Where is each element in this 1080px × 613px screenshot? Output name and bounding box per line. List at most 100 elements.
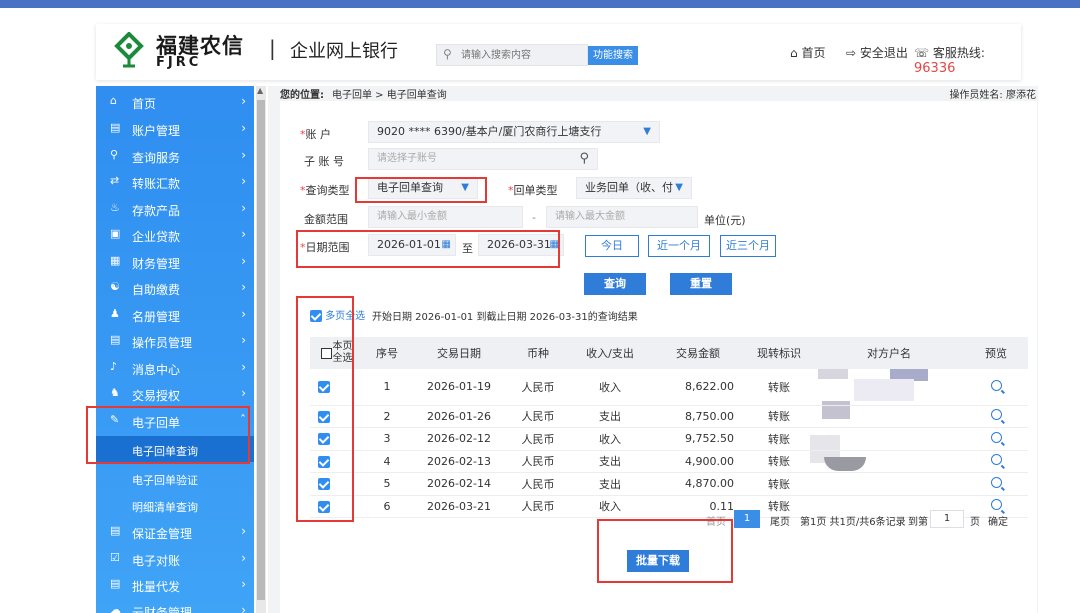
payment-icon: ☯	[110, 280, 120, 293]
sidebar-item-operator[interactable]: ▤ 操作员管理 ›	[96, 328, 254, 354]
preview-icon[interactable]	[990, 431, 1002, 443]
account-label: *账 户	[300, 128, 331, 141]
scrollbar[interactable]: ▲	[256, 86, 266, 613]
chevron-right-icon: ›	[241, 386, 246, 400]
table-row[interactable]: 3 2026-02-12 人民币 收入 9,752.50 转账	[310, 427, 1028, 451]
chevron-right-icon: ›	[241, 524, 246, 538]
home-icon: ⌂	[790, 46, 798, 60]
chevron-right-icon: ›	[241, 603, 246, 613]
home-link[interactable]: ⌂ 首页	[790, 44, 825, 61]
preview-icon[interactable]	[990, 454, 1002, 466]
highlight-box-date-range	[296, 230, 560, 268]
sidebar-item-margin[interactable]: ▤ 保证金管理 ›	[96, 519, 254, 545]
finance-icon: ▦	[110, 254, 121, 267]
col-header-preview: 预览	[964, 337, 1028, 369]
receipt-type-label: *回单类型	[508, 184, 558, 197]
table-row[interactable]: 1 2026-01-19 人民币 收入 8,622.00 转账	[310, 369, 1028, 406]
pager-goto-input[interactable]: 1	[930, 510, 964, 528]
sidebar-sub-detail-list[interactable]: 明细清单查询	[96, 492, 254, 518]
scrollbar-thumb[interactable]	[257, 100, 265, 600]
bell-icon: ♪	[110, 360, 118, 373]
preview-icon[interactable]	[990, 499, 1002, 511]
counterparty-cell	[814, 450, 964, 473]
account-select[interactable]: 9020 **** 6390/基本户/厦门农商行上塘支行 ▼	[368, 121, 660, 143]
pager-last[interactable]: 尾页	[770, 513, 790, 528]
logo-text-en: FJRC	[156, 55, 202, 70]
table-row[interactable]: 5 2026-02-14 人民币 支出 4,870.00 转账	[310, 472, 1028, 496]
col-header-mode: 现转标识	[744, 337, 814, 369]
sidebar-item-loan[interactable]: ▣ 企业贷款 ›	[96, 222, 254, 248]
home-icon: ⌂	[110, 94, 117, 107]
query-type-label: *查询类型	[300, 184, 350, 197]
chevron-right-icon: ›	[241, 307, 246, 321]
table-row[interactable]: 2 2026-01-26 人民币 支出 8,750.00 转账	[310, 405, 1028, 428]
title-separator: |	[269, 36, 276, 60]
preview-icon[interactable]	[990, 409, 1002, 421]
amount-min-input[interactable]: 请输入最小金额	[368, 206, 523, 228]
pager-confirm[interactable]: 确定	[988, 513, 1008, 528]
chevron-right-icon: ›	[241, 227, 246, 241]
logout-link[interactable]: ⇨ 安全退出	[846, 44, 908, 61]
hotline-number: 96336	[914, 61, 956, 76]
sidebar-item-reconcile[interactable]: ☑ 电子对账 ›	[96, 546, 254, 572]
site-title: 企业网上银行	[290, 41, 398, 62]
receipt-table: 本页全选 序号 交易日期 币种 收入/支出 交易金额 现转标识 对方户名 预览 …	[310, 337, 1028, 518]
result-summary: 开始日期 2026-01-01 到截止日期 2026-03-31的查询结果	[372, 312, 638, 323]
chevron-right-icon: ›	[241, 174, 246, 188]
last-month-button[interactable]: 近一个月	[648, 235, 710, 257]
amount-dash: -	[532, 211, 536, 224]
deposit-margin-icon: ▤	[110, 524, 121, 537]
amount-max-input[interactable]: 请输入最大金额	[546, 206, 698, 228]
pager-goto-label: 到第	[908, 517, 928, 528]
col-header-counterparty: 对方户名	[814, 337, 964, 369]
sidebar-item-finance[interactable]: ▦ 财务管理 ›	[96, 249, 254, 275]
today-button[interactable]: 今日	[585, 235, 639, 257]
sidebar-item-messages[interactable]: ♪ 消息中心 ›	[96, 355, 254, 381]
preview-icon[interactable]	[990, 476, 1002, 488]
search-input[interactable]	[461, 47, 581, 63]
col-header-direction: 收入/支出	[568, 337, 652, 369]
search-icon[interactable]: ⚲	[579, 149, 589, 169]
operator-name: 操作员姓名: 廖添花	[949, 90, 1036, 101]
highlight-box-batch-download	[597, 519, 733, 583]
receipt-type-select[interactable]: 业务回单（收、付 ▼	[576, 177, 692, 199]
sidebar-sub-ereceipt-verify[interactable]: 电子回单验证	[96, 465, 254, 491]
sidebar-item-query[interactable]: ⚲ 查询服务 ›	[96, 143, 254, 169]
sidebar: ⌂ 首页 › ▤ 账户管理 › ⚲ 查询服务 › ⇄ 转账汇款 › ♨ 存款产品 › ▣ 企业贷款 › …	[96, 86, 254, 613]
query-button[interactable]: 查询	[584, 273, 646, 295]
sidebar-item-payment[interactable]: ☯ 自助缴费 ›	[96, 275, 254, 301]
sidebar-item-deposit[interactable]: ♨ 存款产品 ›	[96, 196, 254, 222]
last-3-months-button[interactable]: 近三个月	[720, 235, 776, 257]
breadcrumb-path: 电子回单 > 电子回单查询	[332, 90, 447, 101]
sidebar-item-roster[interactable]: ♟ 名册管理 ›	[96, 302, 254, 328]
breadcrumb: 您的位置: 电子回单 > 电子回单查询 操作员姓名: 廖添花	[268, 86, 1038, 101]
col-header-date: 交易日期	[410, 337, 508, 369]
chevron-right-icon: ›	[241, 577, 246, 591]
chevron-right-icon: ›	[241, 121, 246, 135]
counterparty-cell	[814, 472, 964, 496]
pager-current-page[interactable]: 1	[734, 510, 760, 528]
table-row[interactable]: 4 2026-02-13 人民币 支出 4,900.00 转账	[310, 450, 1028, 473]
chevron-right-icon: ›	[241, 333, 246, 347]
counterparty-cell	[814, 405, 964, 428]
search-icon: ⚲	[443, 47, 452, 61]
scroll-up-icon: ▲	[257, 86, 264, 95]
loan-icon: ▣	[110, 227, 121, 240]
reset-button[interactable]: 重置	[670, 273, 732, 295]
chevron-right-icon: ›	[241, 360, 246, 374]
amount-unit: 单位(元)	[704, 214, 746, 227]
sidebar-item-account[interactable]: ▤ 账户管理 ›	[96, 116, 254, 142]
sidebar-item-cloud[interactable]: ☁ 云财务管理 ›	[96, 598, 254, 613]
pager-page-unit: 页	[970, 517, 980, 528]
sidebar-item-batch[interactable]: ▤ 批量代发 ›	[96, 572, 254, 598]
sidebar-item-authorize[interactable]: ♞ 交易授权 ›	[96, 381, 254, 407]
preview-icon[interactable]	[990, 379, 1002, 391]
function-search-button[interactable]: 功能搜索	[588, 46, 638, 65]
sub-account-field[interactable]: 请选择子账号 ⚲	[368, 148, 598, 170]
deposit-icon: ♨	[110, 201, 120, 214]
col-header-currency: 币种	[508, 337, 568, 369]
search-box[interactable]: ⚲	[436, 44, 588, 66]
dropdown-arrow-icon: ▼	[675, 182, 683, 193]
sidebar-item-transfer[interactable]: ⇄ 转账汇款 ›	[96, 169, 254, 195]
sidebar-item-home[interactable]: ⌂ 首页 ›	[96, 89, 254, 115]
